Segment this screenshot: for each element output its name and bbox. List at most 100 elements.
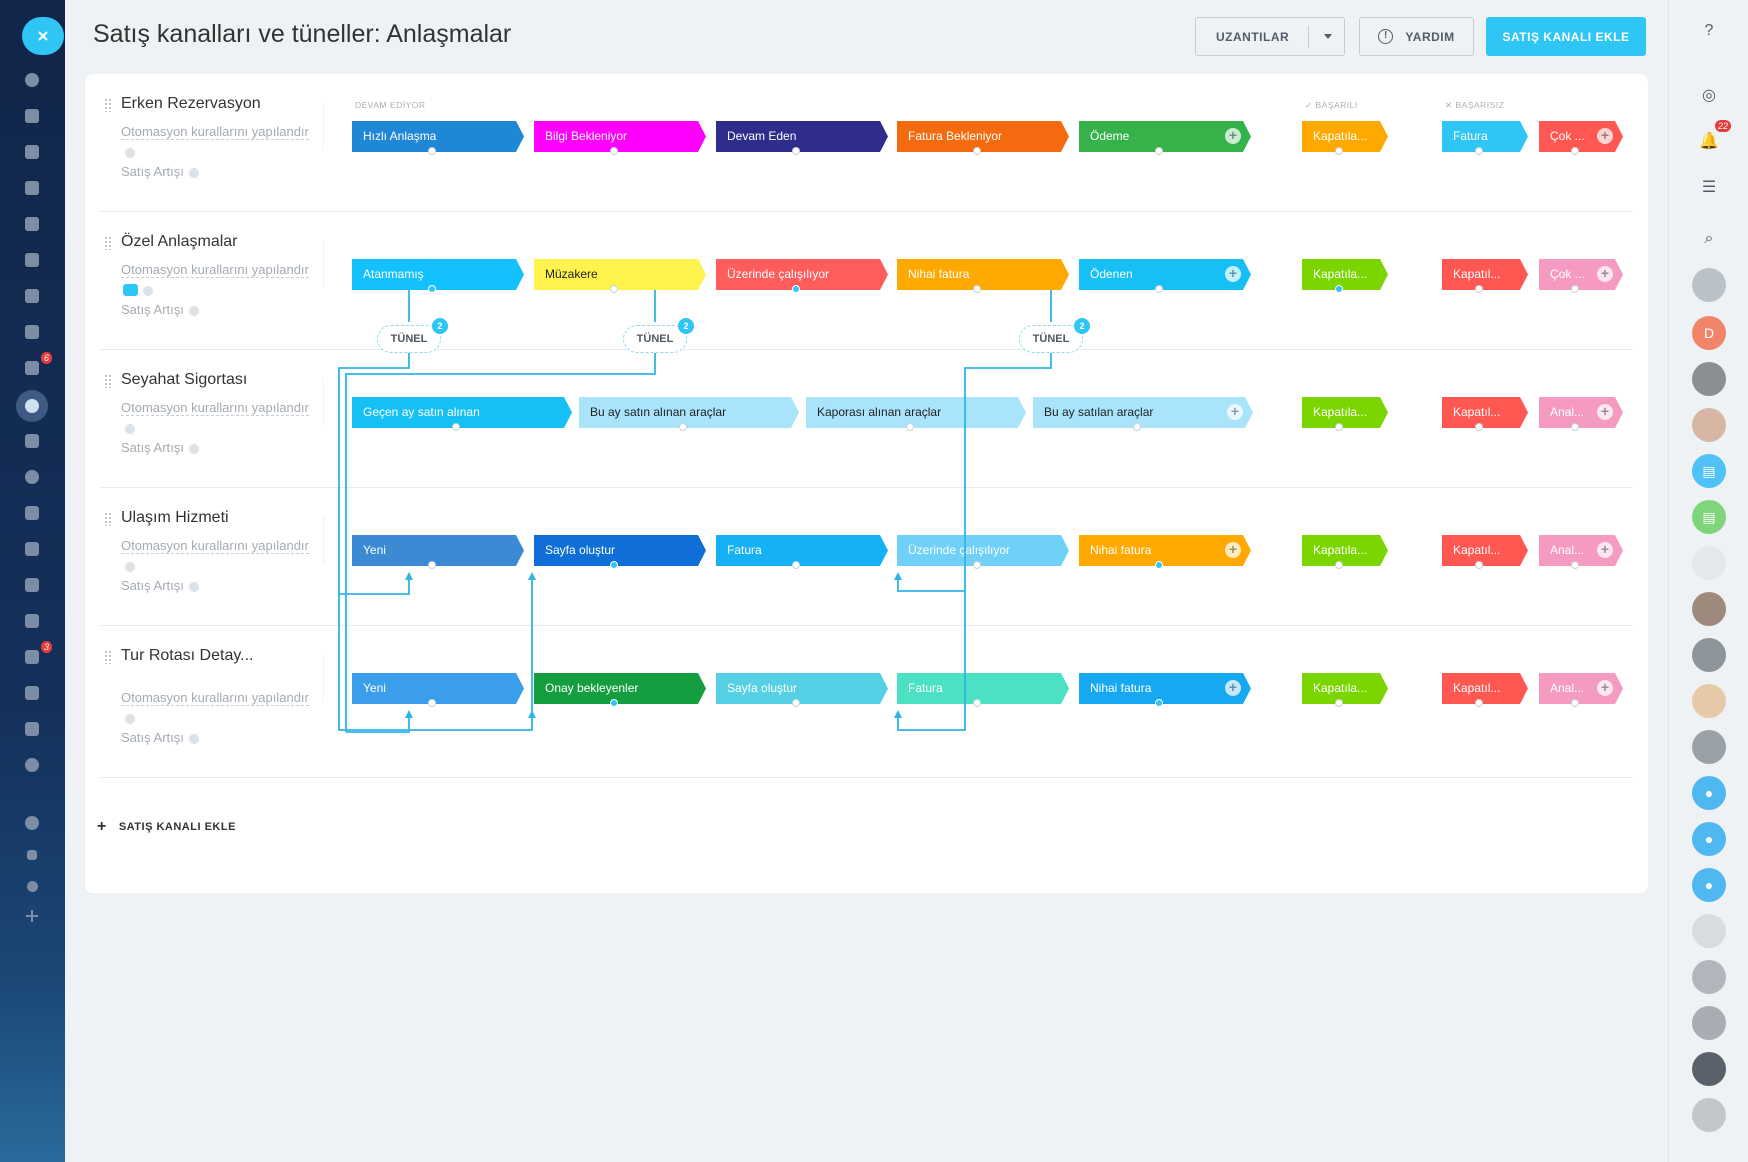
bell-icon[interactable]: 🔔 22: [1692, 120, 1731, 158]
drag-handle-icon[interactable]: [104, 236, 112, 250]
robot-icon[interactable]: [123, 284, 138, 296]
stage-chip[interactable]: Kaporası alınan araçlar: [806, 397, 1026, 428]
stage-connector-dot[interactable]: [1475, 423, 1483, 431]
tunnel-badge[interactable]: TÜNEL 2: [377, 318, 448, 353]
failure-stage-chip[interactable]: Fatura: [1442, 121, 1528, 152]
help-icon[interactable]: ?: [1692, 14, 1726, 48]
stage-chip[interactable]: Bu ay satılan araçlar: [1033, 397, 1253, 428]
news-icon[interactable]: [22, 106, 42, 126]
stage-connector-dot[interactable]: [1335, 147, 1343, 155]
bank-icon[interactable]: [22, 431, 42, 451]
success-stage-chip[interactable]: Kapatıla...: [1302, 121, 1388, 152]
drag-handle-icon[interactable]: [104, 512, 112, 526]
chat-icon[interactable]: [22, 142, 42, 162]
stage-chip[interactable]: Onay bekleyenler: [534, 673, 706, 704]
failure-stage-chip[interactable]: Kapatıl...: [1442, 673, 1528, 704]
user-clock-icon[interactable]: ●: [1692, 822, 1726, 856]
avatar[interactable]: [1692, 684, 1726, 718]
messages-icon[interactable]: ☰: [1692, 170, 1726, 204]
target-icon[interactable]: [22, 467, 42, 487]
stage-connector-dot[interactable]: [792, 699, 800, 707]
help-icon[interactable]: [125, 148, 135, 158]
stage-connector-dot[interactable]: [1571, 561, 1579, 569]
failure-stage-chip[interactable]: Kapatıl...: [1442, 535, 1528, 566]
stage-chip[interactable]: Nihai fatura: [897, 259, 1069, 290]
pipeline-name[interactable]: Tur Rotası Detay...: [121, 647, 253, 665]
help-icon[interactable]: [188, 167, 199, 178]
stage-chip[interactable]: Üzerinde çalışılıyor: [716, 259, 888, 290]
stage-connector-dot[interactable]: [610, 699, 618, 707]
stage-chip[interactable]: Sayfa oluştur: [716, 673, 888, 704]
help-icon[interactable]: [188, 305, 199, 316]
add-stage-icon[interactable]: +: [1225, 128, 1241, 144]
settings-icon[interactable]: [22, 876, 42, 896]
stage-chip[interactable]: Fatura: [897, 673, 1069, 704]
copilot-icon[interactable]: ◎: [1692, 78, 1726, 112]
stage-connector-dot[interactable]: [452, 423, 460, 431]
stage-connector-dot[interactable]: [679, 423, 687, 431]
add-stage-icon[interactable]: +: [1227, 404, 1243, 420]
stage-connector-dot[interactable]: [428, 699, 436, 707]
stage-connector-dot[interactable]: [428, 561, 436, 569]
stage-chip[interactable]: Devam Eden: [716, 121, 888, 152]
help-icon[interactable]: [125, 424, 135, 434]
add-icon[interactable]: [22, 906, 42, 926]
avatar[interactable]: [1692, 1052, 1726, 1086]
stage-connector-dot[interactable]: [906, 423, 914, 431]
avatar[interactable]: [1692, 268, 1726, 302]
stage-connector-dot[interactable]: [973, 699, 981, 707]
add-stage-icon[interactable]: +: [1597, 128, 1613, 144]
stage-connector-dot[interactable]: [792, 147, 800, 155]
help-icon[interactable]: [143, 286, 153, 296]
box-icon[interactable]: [22, 719, 42, 739]
stage-connector-dot[interactable]: [1475, 561, 1483, 569]
stage-chip[interactable]: Fatura Bekleniyor: [897, 121, 1069, 152]
stage-connector-dot[interactable]: [1335, 423, 1343, 431]
pipeline-name[interactable]: Erken Rezervasyon: [121, 95, 261, 113]
avatar[interactable]: [1692, 1006, 1726, 1040]
mail-icon[interactable]: [22, 286, 42, 306]
avatar[interactable]: [1692, 362, 1726, 396]
success-stage-chip[interactable]: Kapatıla...: [1302, 673, 1388, 704]
tasks-icon[interactable]: 6: [22, 352, 52, 378]
automation-rules-link[interactable]: Otomasyon kurallarını yapılandır: [121, 400, 309, 416]
image-icon[interactable]: [1692, 546, 1726, 580]
avatar[interactable]: [1692, 638, 1726, 672]
stage-connector-dot[interactable]: [1155, 147, 1163, 155]
stage-chip[interactable]: Fatura: [716, 535, 888, 566]
tunnel-badge[interactable]: TÜNEL 2: [1019, 318, 1090, 353]
sitemap-icon[interactable]: [22, 845, 42, 865]
more-icon[interactable]: [22, 755, 42, 775]
automation-rules-link[interactable]: Otomasyon kurallarını yapılandır: [121, 538, 309, 554]
stage-chip[interactable]: Geçen ay satın alınan: [352, 397, 572, 428]
calendar-icon[interactable]: 3: [22, 641, 52, 667]
help-icon[interactable]: [125, 562, 135, 572]
stage-chip[interactable]: Yeni: [352, 673, 524, 704]
automation-rules-link[interactable]: Otomasyon kurallarını yapılandır: [121, 690, 309, 706]
help-icon[interactable]: [125, 714, 135, 724]
pipeline-name[interactable]: Ulaşım Hizmeti: [121, 509, 229, 527]
document-icon[interactable]: [22, 214, 42, 234]
chevron-down-icon[interactable]: [1324, 34, 1332, 39]
calendar-icon[interactable]: [22, 178, 42, 198]
add-stage-icon[interactable]: +: [1597, 680, 1613, 696]
drag-handle-icon[interactable]: [104, 98, 112, 112]
chat-group-icon[interactable]: ▤: [1692, 500, 1726, 534]
stage-chip[interactable]: Sayfa oluştur: [534, 535, 706, 566]
automation-rules-link[interactable]: Otomasyon kurallarını yapılandır: [121, 124, 309, 140]
stage-connector-dot[interactable]: [1335, 285, 1343, 293]
stage-connector-dot[interactable]: [1133, 423, 1141, 431]
stage-connector-dot[interactable]: [1155, 561, 1163, 569]
help-icon[interactable]: [188, 443, 199, 454]
extensions-button[interactable]: UZANTILAR: [1195, 17, 1345, 56]
failure-stage-chip[interactable]: Kapatıl...: [1442, 259, 1528, 290]
pipeline-name[interactable]: Özel Anlaşmalar: [121, 233, 238, 251]
avatar[interactable]: D: [1692, 316, 1726, 350]
drag-handle-icon[interactable]: [104, 650, 112, 664]
crm-funnel-icon[interactable]: [16, 390, 48, 422]
tunnel-badge[interactable]: TÜNEL 2: [623, 318, 694, 353]
stage-chip[interactable]: Üzerinde çalışılıyor: [897, 535, 1069, 566]
failure-stage-chip[interactable]: Kapatıl...: [1442, 397, 1528, 428]
avatar[interactable]: [1692, 914, 1726, 948]
user-clock-icon[interactable]: ●: [1692, 868, 1726, 902]
